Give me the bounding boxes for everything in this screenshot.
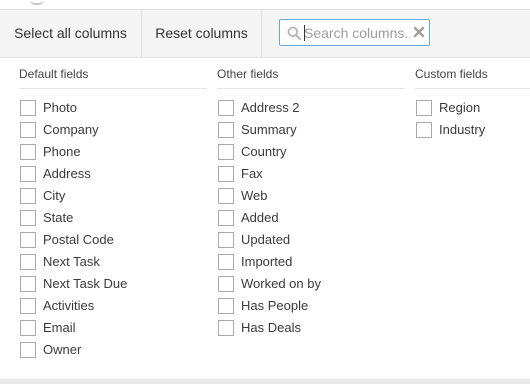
field-option-next-task[interactable]: Next Task bbox=[19, 252, 207, 274]
field-label: Worked on by bbox=[241, 276, 321, 291]
checkbox[interactable] bbox=[218, 144, 234, 160]
field-option-updated[interactable]: Updated bbox=[217, 230, 405, 252]
other-fields-column: Other fields Address 2 Summary Country F… bbox=[217, 67, 405, 340]
checkbox[interactable] bbox=[218, 254, 234, 270]
field-option-imported[interactable]: Imported bbox=[217, 252, 405, 274]
field-option-fax[interactable]: Fax bbox=[217, 164, 405, 186]
field-option-added[interactable]: Added bbox=[217, 208, 405, 230]
column-toolbar: Select all columns Reset columns bbox=[0, 9, 530, 58]
checkbox[interactable] bbox=[20, 342, 36, 358]
checkbox[interactable] bbox=[416, 122, 432, 138]
checkbox[interactable] bbox=[218, 232, 234, 248]
custom-fields-column: Custom fields Region Industry bbox=[415, 67, 530, 142]
field-label: Has People bbox=[241, 298, 309, 313]
checkbox[interactable] bbox=[20, 298, 36, 314]
checkbox[interactable] bbox=[20, 210, 36, 226]
checkbox[interactable] bbox=[20, 166, 36, 182]
reset-columns-button[interactable]: Reset columns bbox=[142, 10, 262, 57]
field-label: Postal Code bbox=[43, 232, 114, 247]
field-label: Updated bbox=[241, 232, 291, 247]
default-fields-list: Photo Company Phone Address City State P… bbox=[19, 98, 207, 362]
field-label: Summary bbox=[241, 122, 297, 137]
field-label: Next Task bbox=[43, 254, 100, 269]
checkbox[interactable] bbox=[20, 254, 36, 270]
field-option-photo[interactable]: Photo bbox=[19, 98, 207, 120]
field-option-address[interactable]: Address bbox=[19, 164, 207, 186]
checkbox[interactable] bbox=[20, 100, 36, 116]
checkbox[interactable] bbox=[20, 144, 36, 160]
field-label: Email bbox=[43, 320, 76, 335]
field-label: Fax bbox=[241, 166, 263, 181]
checkbox[interactable] bbox=[20, 276, 36, 292]
field-label: Industry bbox=[439, 122, 486, 137]
tab-fragment bbox=[30, 0, 44, 5]
checkbox[interactable] bbox=[218, 276, 234, 292]
search-columns-box bbox=[279, 19, 430, 46]
field-option-city[interactable]: City bbox=[19, 186, 207, 208]
other-fields-heading: Other fields bbox=[217, 67, 405, 89]
checkbox[interactable] bbox=[218, 188, 234, 204]
field-label: Web bbox=[241, 188, 268, 203]
field-option-activities[interactable]: Activities bbox=[19, 296, 207, 318]
field-label: Imported bbox=[241, 254, 293, 269]
field-option-company[interactable]: Company bbox=[19, 120, 207, 142]
checkbox[interactable] bbox=[20, 122, 36, 138]
text-caret bbox=[304, 25, 305, 41]
checkbox[interactable] bbox=[218, 100, 234, 116]
field-label: Address 2 bbox=[241, 100, 300, 115]
field-option-phone[interactable]: Phone bbox=[19, 142, 207, 164]
top-strip bbox=[0, 0, 530, 9]
field-option-region[interactable]: Region bbox=[415, 98, 530, 120]
custom-fields-heading: Custom fields bbox=[415, 67, 530, 89]
field-option-postal-code[interactable]: Postal Code bbox=[19, 230, 207, 252]
field-option-summary[interactable]: Summary bbox=[217, 120, 405, 142]
field-option-web[interactable]: Web bbox=[217, 186, 405, 208]
field-label: Added bbox=[241, 210, 279, 225]
search-columns-input[interactable] bbox=[304, 22, 410, 43]
checkbox[interactable] bbox=[218, 298, 234, 314]
field-option-country[interactable]: Country bbox=[217, 142, 405, 164]
field-option-address-2[interactable]: Address 2 bbox=[217, 98, 405, 120]
field-option-has-deals[interactable]: Has Deals bbox=[217, 318, 405, 340]
clear-icon[interactable] bbox=[413, 26, 425, 38]
default-fields-column: Default fields Photo Company Phone Addre… bbox=[19, 67, 207, 362]
search-icon bbox=[287, 26, 301, 40]
field-label: Photo bbox=[43, 100, 77, 115]
field-option-has-people[interactable]: Has People bbox=[217, 296, 405, 318]
field-label: Next Task Due bbox=[43, 276, 128, 291]
field-label: Company bbox=[43, 122, 99, 137]
checkbox[interactable] bbox=[20, 232, 36, 248]
panel-bottom-border bbox=[0, 379, 530, 384]
default-fields-heading: Default fields bbox=[19, 67, 207, 89]
checkbox[interactable] bbox=[218, 210, 234, 226]
checkbox[interactable] bbox=[20, 320, 36, 336]
field-option-worked-on-by[interactable]: Worked on by bbox=[217, 274, 405, 296]
field-option-industry[interactable]: Industry bbox=[415, 120, 530, 142]
checkbox[interactable] bbox=[218, 166, 234, 182]
checkbox[interactable] bbox=[218, 122, 234, 138]
field-option-owner[interactable]: Owner bbox=[19, 340, 207, 362]
field-label: Has Deals bbox=[241, 320, 301, 335]
field-label: Owner bbox=[43, 342, 82, 357]
checkbox[interactable] bbox=[218, 320, 234, 336]
field-label: City bbox=[43, 188, 66, 203]
other-fields-list: Address 2 Summary Country Fax Web Added … bbox=[217, 98, 405, 340]
field-label: Phone bbox=[43, 144, 81, 159]
field-label: Region bbox=[439, 100, 481, 115]
field-label: Address bbox=[43, 166, 91, 181]
checkbox[interactable] bbox=[416, 100, 432, 116]
field-label: State bbox=[43, 210, 74, 225]
checkbox[interactable] bbox=[20, 188, 36, 204]
field-option-state[interactable]: State bbox=[19, 208, 207, 230]
field-option-email[interactable]: Email bbox=[19, 318, 207, 340]
custom-fields-list: Region Industry bbox=[415, 98, 530, 142]
select-all-columns-button[interactable]: Select all columns bbox=[0, 10, 142, 57]
field-label: Country bbox=[241, 144, 287, 159]
field-option-next-task-due[interactable]: Next Task Due bbox=[19, 274, 207, 296]
field-label: Activities bbox=[43, 298, 95, 313]
